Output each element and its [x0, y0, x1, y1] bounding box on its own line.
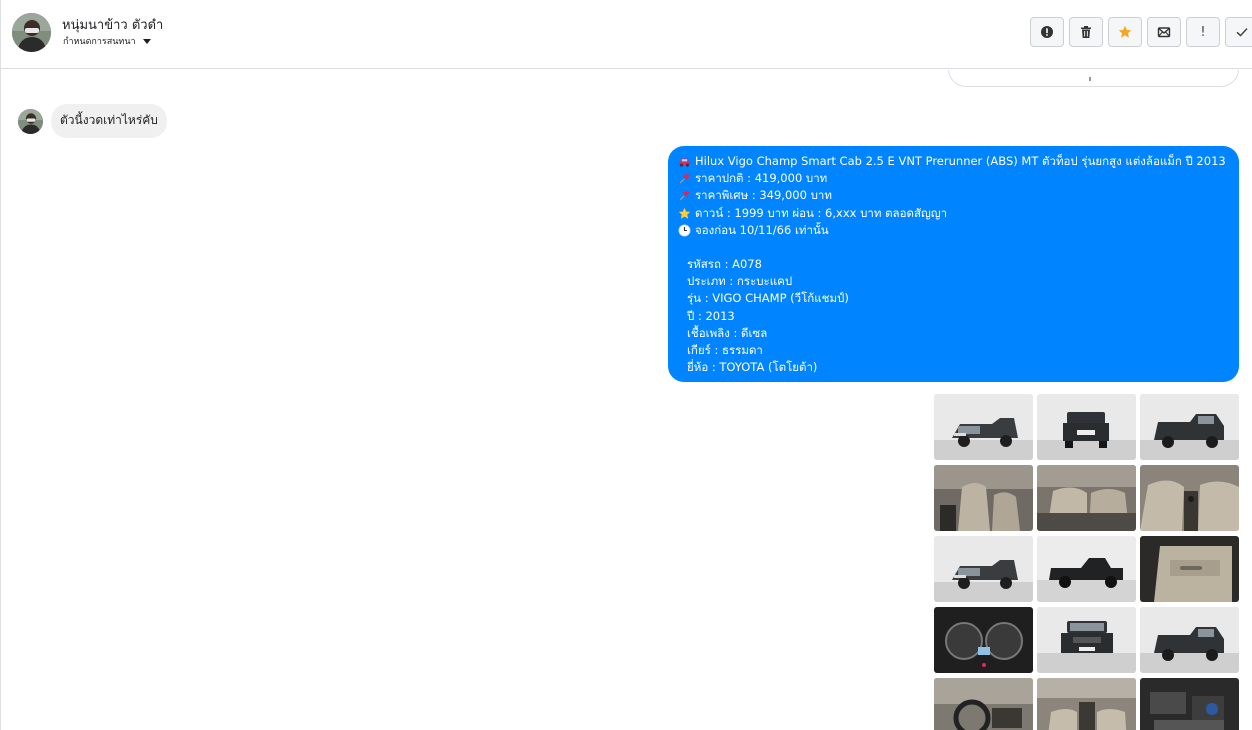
exclamation-icon: ! — [1200, 24, 1206, 40]
detail-line: ยี่ห้อ : TOYOTA (โตโยต้า) — [687, 360, 818, 375]
delete-button[interactable] — [1069, 17, 1103, 47]
star-emoji-icon — [678, 207, 691, 219]
message-line: ราคาปกติ : 419,000 บาท — [678, 170, 1230, 187]
sender-avatar[interactable] — [18, 109, 43, 134]
clock-emoji-icon — [678, 224, 691, 237]
gallery-photo-14[interactable] — [1037, 678, 1136, 730]
star-icon — [1118, 25, 1132, 38]
incoming-message-bubble[interactable]: ตัวนี้งวดเท่าไหร่คับ — [51, 104, 167, 138]
mark-done-button[interactable] — [1225, 17, 1252, 47]
contact-avatar[interactable] — [12, 13, 51, 52]
assign-conversation-dropdown[interactable]: กำหนดการสนทนา — [63, 34, 151, 48]
gallery-photo-10[interactable] — [934, 607, 1033, 673]
detail-line: ประเภท : กระบะแคป — [687, 274, 793, 289]
pin-emoji-icon — [679, 173, 690, 184]
mark-unread-button[interactable] — [1147, 17, 1181, 47]
gallery-photo-1[interactable] — [934, 394, 1033, 460]
conversation-toolbar: ! — [1030, 17, 1252, 47]
assign-label: กำหนดการสนทนา — [63, 37, 136, 47]
message-line: ดาวน์ : 1999 บาท ผ่อน : 6,xxx บาท ตลอดสั… — [678, 205, 1230, 222]
message-line-text: จองก่อน 10/11/66 เท่านั้น — [695, 222, 829, 237]
gallery-photo-12[interactable] — [1140, 607, 1239, 673]
follow-up-button[interactable]: ! — [1186, 17, 1220, 47]
message-line-text: ราคาพิเศษ : 349,000 บาท — [695, 188, 832, 203]
messenger-conversation: หนุ่มนาข้าว ตัวดำ กำหนดการสนทนา ! ตัวนี้… — [0, 0, 1252, 730]
photo-gallery — [934, 394, 1239, 730]
message-line-text: Hilux Vigo Champ Smart Cab 2.5 E VNT Pre… — [695, 154, 1226, 168]
car-emoji-icon — [679, 158, 690, 167]
message-line: จองก่อน 10/11/66 เท่านั้น — [678, 222, 1230, 239]
gallery-photo-15[interactable] — [1140, 678, 1239, 730]
gallery-photo-8[interactable] — [1037, 536, 1136, 602]
gallery-photo-6[interactable] — [1140, 465, 1239, 531]
detail-line: รหัสรถ : A078 — [687, 256, 762, 271]
message-line: Hilux Vigo Champ Smart Cab 2.5 E VNT Pre… — [678, 153, 1230, 170]
gallery-photo-2[interactable] — [1037, 394, 1136, 460]
check-icon — [1236, 28, 1248, 37]
message-line-text: ดาวน์ : 1999 บาท ผ่อน : 6,xxx บาท ตลอดสั… — [695, 205, 948, 220]
detail-line: เกียร์ : ธรรมดา — [687, 342, 763, 357]
message-thread[interactable]: ตัวนี้งวดเท่าไหร่คับ Hilux Vigo Champ Sm… — [1, 70, 1252, 730]
conversation-header: หนุ่มนาข้าว ตัวดำ กำหนดการสนทนา ! — [1, 0, 1252, 69]
outgoing-message-bubble[interactable]: Hilux Vigo Champ Smart Cab 2.5 E VNT Pre… — [668, 146, 1239, 382]
detail-line: รุ่น : VIGO CHAMP (วีโก้แชมป์) — [687, 291, 849, 306]
gallery-photo-7[interactable] — [934, 536, 1033, 602]
contact-name[interactable]: หนุ่มนาข้าว ตัวดำ — [62, 14, 163, 35]
pin-emoji-icon — [679, 190, 690, 201]
gallery-photo-3[interactable] — [1140, 394, 1239, 460]
detail-line: ปี : 2013 — [687, 308, 735, 323]
gallery-photo-9[interactable] — [1140, 536, 1239, 602]
mark-spam-button[interactable] — [1030, 17, 1064, 47]
alert-circle-icon — [1041, 26, 1053, 38]
trash-icon — [1081, 26, 1091, 38]
message-line-text: ราคาปกติ : 419,000 บาท — [695, 171, 828, 186]
gallery-photo-11[interactable] — [1037, 607, 1136, 673]
caret-down-icon — [142, 38, 151, 44]
star-button[interactable] — [1108, 17, 1142, 47]
message-line: ราคาพิเศษ : 349,000 บาท — [678, 187, 1230, 204]
gallery-photo-13[interactable] — [934, 678, 1033, 730]
mail-icon — [1157, 27, 1171, 38]
previous-message-bubble — [948, 70, 1239, 87]
gallery-photo-4[interactable] — [934, 465, 1033, 531]
gallery-photo-5[interactable] — [1037, 465, 1136, 531]
detail-line: เชื้อเพลิง : ดีเซล — [687, 325, 768, 340]
